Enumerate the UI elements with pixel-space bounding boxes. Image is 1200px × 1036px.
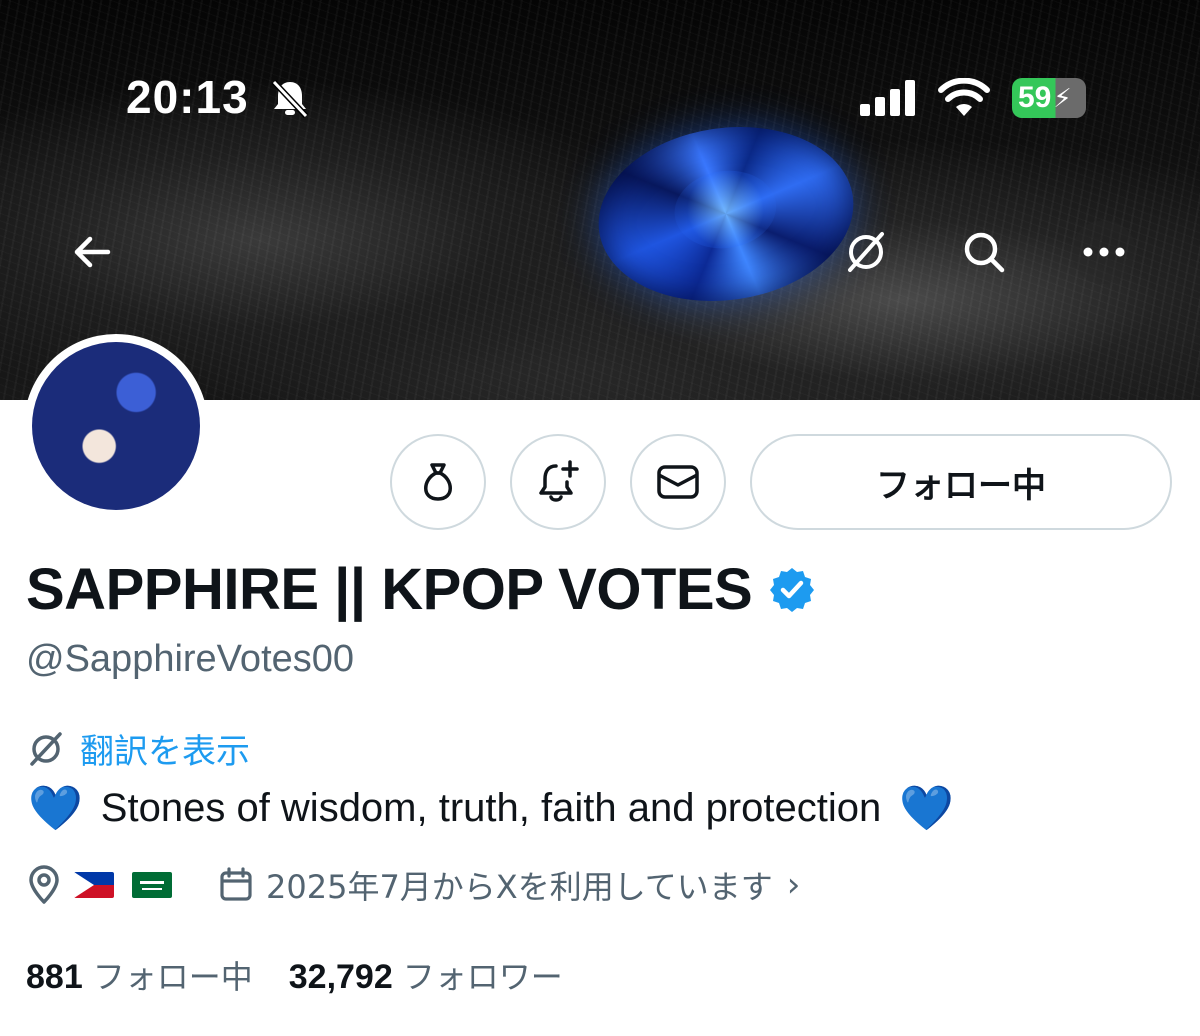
profile-meta-row: 2025年7月からXを利用しています › <box>26 862 800 908</box>
philippines-flag-icon <box>74 872 114 898</box>
charging-bolt-icon: ⚡ <box>1053 82 1072 113</box>
avatar-image <box>32 342 200 510</box>
following-count: 881 <box>26 958 83 996</box>
followers-count: 32,792 <box>288 958 393 996</box>
user-handle: @SapphireVotes00 <box>26 638 355 680</box>
profile-avatar[interactable] <box>24 334 208 518</box>
envelope-icon <box>657 465 699 499</box>
more-horizontal-icon <box>1083 247 1125 257</box>
verified-badge-icon[interactable] <box>768 566 816 614</box>
show-translation-link[interactable]: 翻訳を表示 <box>26 724 250 773</box>
bell-plus-icon <box>539 460 579 502</box>
location-pin-icon <box>29 865 59 904</box>
display-name-text: SAPPHIRE || KPOP VOTES <box>26 557 753 622</box>
banner-rock-texture <box>0 0 1200 400</box>
search-button[interactable] <box>952 220 1016 284</box>
arrow-left-icon <box>74 236 111 268</box>
translate-globe-icon <box>30 731 62 766</box>
translate-button[interactable] <box>834 220 898 284</box>
chevron-right-icon: › <box>786 865 801 905</box>
search-icon <box>964 232 1005 273</box>
followers-label: フォロワー <box>402 958 563 996</box>
cellular-signal-icon <box>860 80 915 116</box>
following-label: フォロー中 <box>92 958 253 996</box>
show-translation-label: 翻訳を表示 <box>80 732 250 772</box>
joined-date-link[interactable]: 2025年7月からXを利用しています › <box>218 862 800 908</box>
wifi-icon <box>938 78 990 116</box>
translate-globe-icon <box>848 232 884 272</box>
blue-heart-emoji: 💙 <box>899 783 955 834</box>
saudi-arabia-flag-icon <box>132 872 172 898</box>
calendar-icon <box>220 867 252 901</box>
tip-button[interactable] <box>390 434 486 530</box>
display-name: SAPPHIRE || KPOP VOTES <box>26 556 816 623</box>
follow-counts: 881 フォロー中 32,792 フォロワー <box>26 952 563 998</box>
joined-date-text: 2025年7月からXを利用しています <box>266 868 773 906</box>
blue-heart-emoji: 💙 <box>28 783 83 834</box>
status-time: 20:13 <box>126 71 249 123</box>
bell-off-icon <box>271 79 309 118</box>
battery-indicator: 59 ⚡ <box>1012 78 1086 118</box>
following-button[interactable]: フォロー中 <box>750 434 1172 530</box>
bio-text: Stones of wisdom, truth, faith and prote… <box>100 785 882 830</box>
profile-banner[interactable]: 20:13 59 ⚡ <box>0 0 1200 400</box>
battery-level: 59 <box>1018 81 1052 114</box>
profile-bio: 💙 Stones of wisdom, truth, faith and pro… <box>28 782 954 834</box>
more-options-button[interactable] <box>1072 220 1136 284</box>
message-button[interactable] <box>630 434 726 530</box>
money-bag-icon <box>424 463 452 501</box>
back-button[interactable] <box>60 220 124 284</box>
notification-subscribe-button[interactable] <box>510 434 606 530</box>
following-count-link[interactable]: 881 フォロー中 <box>26 952 253 998</box>
followers-count-link[interactable]: 32,792 フォロワー <box>289 952 563 998</box>
